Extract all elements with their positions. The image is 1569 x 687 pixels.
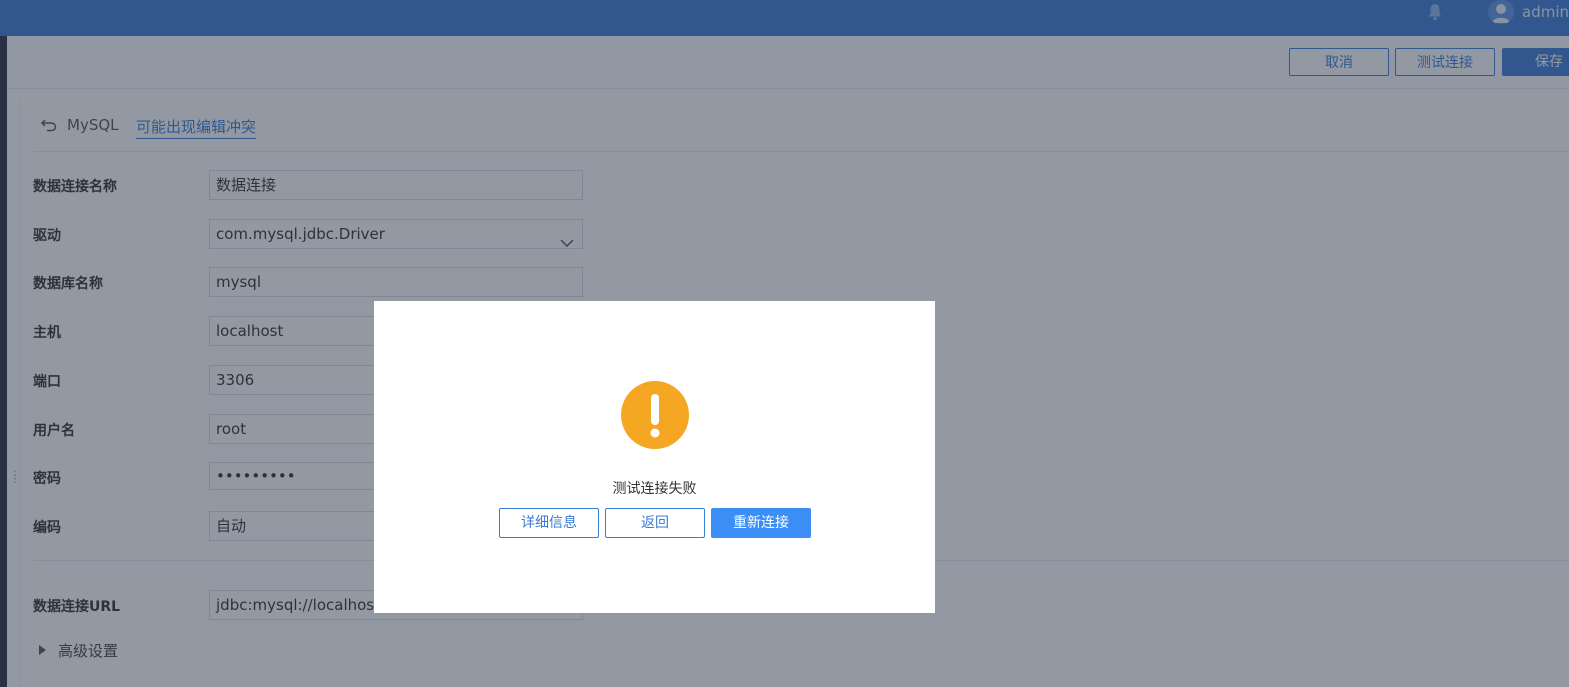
exclamation-circle-icon: [621, 381, 689, 449]
back-button[interactable]: 返回: [605, 508, 705, 538]
reconnect-button[interactable]: 重新连接: [711, 508, 811, 538]
connection-failed-dialog: 测试连接失败 详细信息 返回 重新连接: [374, 301, 935, 613]
dialog-message: 测试连接失败: [612, 481, 697, 497]
details-button[interactable]: 详细信息: [499, 508, 599, 538]
